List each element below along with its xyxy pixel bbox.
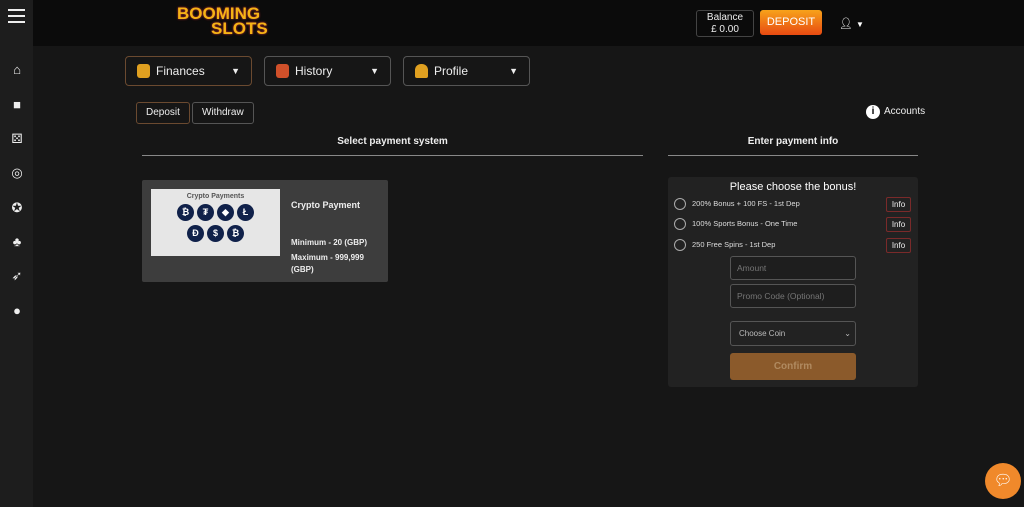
gift-icon[interactable]: ■ bbox=[9, 97, 25, 113]
section-title: Enter payment info bbox=[747, 136, 839, 147]
dropdown-label: Finances bbox=[156, 64, 205, 78]
radio-button[interactable] bbox=[674, 198, 686, 210]
info-button[interactable]: Info bbox=[886, 197, 911, 212]
section-title: Select payment system bbox=[337, 136, 448, 147]
image-title: Crypto Payments bbox=[186, 193, 245, 200]
bitcoin-cash-icon: ₿ bbox=[227, 225, 244, 242]
sidebar: ⌂ ■ ⚄ ◎ ✪ ♣ ➶ ● bbox=[0, 0, 33, 507]
poker-chip-icon[interactable]: ✪ bbox=[9, 200, 25, 216]
payment-maximum: Maximum - 999,999 (GBP) bbox=[291, 253, 364, 274]
bitcoin-icon: ₿ bbox=[177, 204, 194, 221]
crypto-payments-image: Crypto Payments ₿ ₮ ◆ Ł Ð $ ₿ bbox=[151, 189, 280, 256]
caret-down-icon: ▼ bbox=[231, 66, 240, 76]
history-icon bbox=[276, 64, 289, 78]
caret-down-icon: ▼ bbox=[370, 66, 379, 76]
bonus-option[interactable]: 100% Sports Bonus - One Time Info bbox=[674, 217, 914, 233]
caret-down-icon: ▼ bbox=[509, 66, 518, 76]
info-button[interactable]: Info bbox=[886, 238, 911, 253]
payment-minimum: Minimum - 20 (GBP) bbox=[291, 238, 368, 247]
bonus-label: 200% Bonus + 100 FS - 1st Dep bbox=[692, 199, 800, 208]
usdc-icon: $ bbox=[207, 225, 224, 242]
chat-icon[interactable]: ● bbox=[9, 303, 25, 319]
choose-coin-select[interactable]: Choose Coin ⌄ bbox=[730, 321, 856, 346]
bonus-option[interactable]: 250 Free Spins - 1st Dep Info bbox=[674, 238, 914, 254]
coins-icon bbox=[137, 64, 150, 78]
tab-withdraw[interactable]: Withdraw bbox=[192, 102, 254, 124]
dice-icon[interactable]: ⚄ bbox=[9, 131, 25, 147]
accounts-label: Accounts bbox=[884, 106, 926, 117]
menu-icon[interactable] bbox=[8, 9, 25, 27]
payment-info-panel: Please choose the bonus! 200% Bonus + 10… bbox=[668, 177, 918, 387]
bonus-label: 100% Sports Bonus - One Time bbox=[692, 219, 798, 228]
rocket-icon[interactable]: ➶ bbox=[9, 268, 25, 284]
divider bbox=[142, 155, 643, 156]
promo-code-input[interactable] bbox=[730, 284, 856, 308]
user-menu[interactable]: 👤︎ ▼ bbox=[839, 17, 864, 30]
tab-deposit[interactable]: Deposit bbox=[136, 102, 190, 124]
header: BOOMING SLOTS Balance £ 0.00 DEPOSIT 👤︎ ▼ bbox=[33, 0, 1024, 46]
dropdown-label: History bbox=[295, 64, 333, 78]
bonus-option[interactable]: 200% Bonus + 100 FS - 1st Dep Info bbox=[674, 197, 914, 213]
chevron-down-icon: ⌄ bbox=[844, 329, 851, 338]
balance-value: £ 0.00 bbox=[711, 24, 739, 35]
history-dropdown[interactable]: History ▼ bbox=[264, 56, 391, 86]
info-button[interactable]: Info bbox=[886, 217, 911, 232]
confirm-button[interactable]: Confirm bbox=[730, 353, 856, 380]
chevron-down-icon: ▼ bbox=[856, 20, 864, 29]
clubs-icon[interactable]: ♣ bbox=[9, 234, 25, 250]
home-icon[interactable]: ⌂ bbox=[9, 62, 25, 78]
amount-input[interactable] bbox=[730, 256, 856, 280]
live-chat-button[interactable]: 💬︎ bbox=[985, 463, 1021, 499]
radio-button[interactable] bbox=[674, 239, 686, 251]
balance: Balance £ 0.00 bbox=[696, 10, 754, 37]
user-icon: 👤︎ bbox=[839, 18, 853, 30]
profile-icon bbox=[415, 64, 428, 78]
litecoin-icon: Ł bbox=[237, 204, 254, 221]
payment-method-crypto[interactable]: Crypto Payments ₿ ₮ ◆ Ł Ð $ ₿ Crypto Payment … bbox=[142, 180, 388, 282]
dropdown-label: Profile bbox=[434, 64, 469, 78]
radio-button[interactable] bbox=[674, 218, 686, 230]
payment-name: Crypto Payment bbox=[291, 200, 361, 210]
bonus-title: Please choose the bonus! bbox=[729, 181, 857, 193]
divider bbox=[668, 155, 918, 156]
chat-bubble-icon: 💬︎ bbox=[993, 472, 1013, 489]
ethereum-icon: ◆ bbox=[217, 204, 234, 221]
dogecoin-icon: Ð bbox=[187, 225, 204, 242]
finances-dropdown[interactable]: Finances ▼ bbox=[125, 56, 252, 86]
info-icon: i bbox=[866, 105, 880, 119]
accounts-link[interactable]: i Accounts bbox=[866, 105, 925, 119]
deposit-button[interactable]: DEPOSIT bbox=[760, 10, 822, 35]
bonus-label: 250 Free Spins - 1st Dep bbox=[692, 240, 776, 249]
logo-line: SLOTS bbox=[211, 19, 268, 38]
balance-label: Balance bbox=[706, 12, 744, 23]
profile-dropdown[interactable]: Profile ▼ bbox=[403, 56, 530, 86]
target-icon[interactable]: ◎ bbox=[9, 165, 25, 181]
logo[interactable]: BOOMING SLOTS bbox=[177, 5, 268, 38]
tether-icon: ₮ bbox=[197, 204, 214, 221]
select-value: Choose Coin bbox=[739, 329, 786, 338]
